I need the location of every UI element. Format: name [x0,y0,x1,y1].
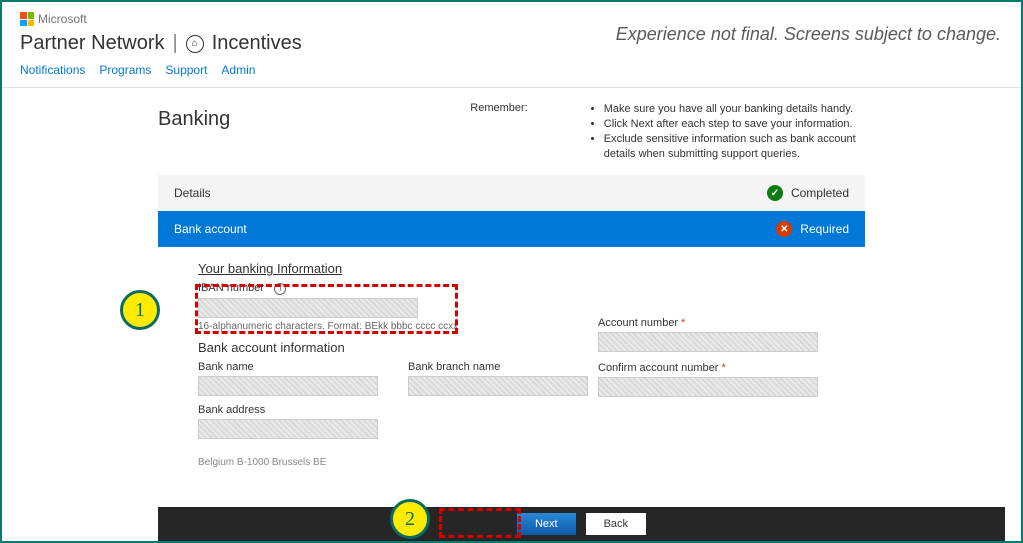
remember-item: Make sure you have all your banking deta… [604,102,865,117]
microsoft-squares-icon [20,12,34,26]
section-details[interactable]: Details ✓ Completed [158,175,865,211]
section-details-status: Completed [791,186,849,200]
bank-name-label: Bank name [198,361,378,373]
iban-input[interactable] [198,298,418,318]
confirm-account-number-input[interactable] [598,377,818,397]
callout-1: 1 [120,290,160,330]
your-banking-info-heading: Your banking Information [198,261,845,276]
bank-address-value: Belgium B-1000 Brussels BE [198,457,845,468]
callout-2: 2 [390,499,430,539]
section-bank-status: Required [800,222,849,236]
section-bank-account[interactable]: Bank account ✕ Required [158,211,865,247]
check-icon: ✓ [767,185,783,201]
remember-label: Remember: [470,102,527,161]
home-icon[interactable]: ⌂ [186,35,204,53]
nav-admin[interactable]: Admin [221,63,255,77]
bank-branch-input[interactable] [408,376,588,396]
iban-label: IBAN number * i [198,282,845,295]
info-icon[interactable]: i [274,283,286,295]
section-details-label: Details [174,186,211,200]
top-nav: Notifications Programs Support Admin [20,63,1003,77]
remember-item: Exclude sensitive information such as ba… [604,132,865,162]
disclaimer-text: Experience not final. Screens subject to… [616,24,1001,45]
crumb-incentives: Incentives [212,32,302,55]
nav-support[interactable]: Support [165,63,207,77]
bank-branch-label: Bank branch name [408,361,588,373]
account-number-input[interactable] [598,332,818,352]
remember-item: Click Next after each step to save your … [604,117,865,132]
nav-programs[interactable]: Programs [99,63,151,77]
remember-block: Remember: Make sure you have all your ba… [470,102,865,161]
account-number-label: Account number * [598,317,818,329]
back-button[interactable]: Back [586,513,646,535]
bank-address-input[interactable] [198,419,378,439]
section-bank-label: Bank account [174,222,247,236]
crumb-partner-network: Partner Network [20,32,165,55]
action-bar: Next Back [158,507,1005,541]
brand-text: Microsoft [38,12,87,26]
error-icon: ✕ [776,221,792,237]
next-button[interactable]: Next [517,513,576,535]
bank-name-input[interactable] [198,376,378,396]
nav-notifications[interactable]: Notifications [20,63,85,77]
page-title: Banking [158,102,230,131]
confirm-account-number-label: Confirm account number * [598,362,818,374]
